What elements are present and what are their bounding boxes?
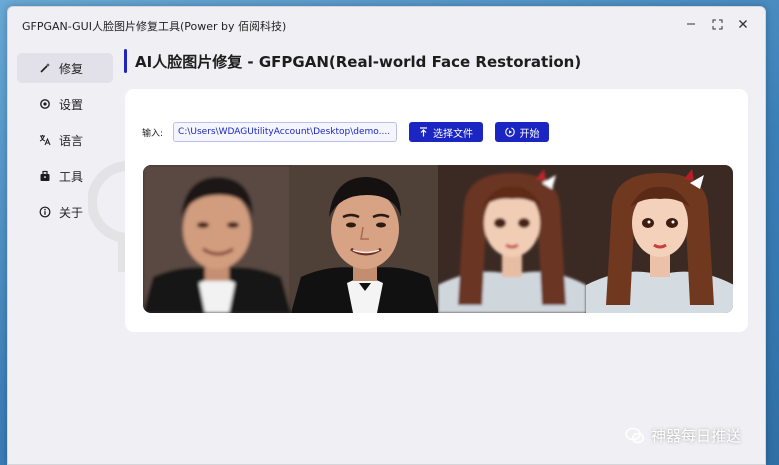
select-file-button[interactable]: 选择文件: [409, 122, 484, 142]
magic-wand-icon: [39, 62, 51, 74]
sidebar-item-repair[interactable]: 修复: [17, 53, 113, 83]
minimize-icon: [687, 23, 695, 25]
sidebar-item-about[interactable]: 关于: [17, 197, 113, 227]
sidebar-item-label: 修复: [59, 61, 84, 76]
page-header: AI人脸图片修复 - GFPGAN(Real-world Face Restor…: [124, 49, 581, 73]
input-label: 输入:: [142, 128, 164, 139]
man-face-restored-image: [290, 165, 438, 313]
input-row: 输入: 选择文件 开始: [142, 122, 550, 142]
minimize-button[interactable]: [681, 13, 701, 35]
sidebar-item-label: 语言: [59, 133, 84, 148]
maximize-button[interactable]: [707, 13, 727, 35]
close-button[interactable]: [733, 13, 753, 35]
info-icon: [39, 206, 51, 218]
sidebar-item-settings[interactable]: 设置: [17, 89, 113, 119]
title-bar[interactable]: GFPGAN-GUI人脸图片修复工具(Power by 佰阅科技): [8, 7, 765, 41]
watermark-text: 神器每日推送: [650, 427, 741, 445]
wechat-watermark: 神器每日推送: [625, 425, 741, 446]
header-accent-bar: [124, 49, 127, 73]
content-card: 输入: 选择文件 开始: [125, 89, 748, 332]
select-file-label: 选择文件: [433, 128, 474, 140]
upload-icon: [419, 127, 428, 137]
man-face-original-image: [143, 165, 291, 313]
play-circle-icon: [504, 127, 515, 137]
preview-image-strip: [143, 165, 733, 313]
illustrated-woman-restored-image: [585, 165, 733, 313]
illustrated-woman-original-image: [438, 165, 586, 313]
language-icon: [39, 134, 51, 146]
close-icon: [739, 20, 747, 28]
sidebar: 修复 设置 语言 工具 关于: [17, 53, 113, 233]
app-window: GFPGAN-GUI人脸图片修复工具(Power by 佰阅科技) 修复 设置 …: [7, 6, 766, 465]
page-title: AI人脸图片修复 - GFPGAN(Real-world Face Restor…: [135, 52, 582, 71]
sidebar-item-label: 工具: [59, 169, 84, 184]
window-controls: [681, 13, 753, 35]
sidebar-item-language[interactable]: 语言: [17, 125, 113, 155]
window-title: GFPGAN-GUI人脸图片修复工具(Power by 佰阅科技): [22, 20, 287, 33]
maximize-icon: [712, 19, 722, 29]
wechat-icon: [625, 427, 645, 445]
start-button[interactable]: 开始: [495, 122, 550, 142]
start-label: 开始: [519, 128, 540, 140]
settings-icon: [39, 98, 51, 110]
sidebar-item-label: 关于: [59, 205, 84, 220]
sidebar-item-label: 设置: [59, 97, 84, 112]
input-path-field[interactable]: [173, 122, 398, 142]
sidebar-item-tools[interactable]: 工具: [17, 161, 113, 191]
toolbox-icon: [39, 170, 51, 182]
